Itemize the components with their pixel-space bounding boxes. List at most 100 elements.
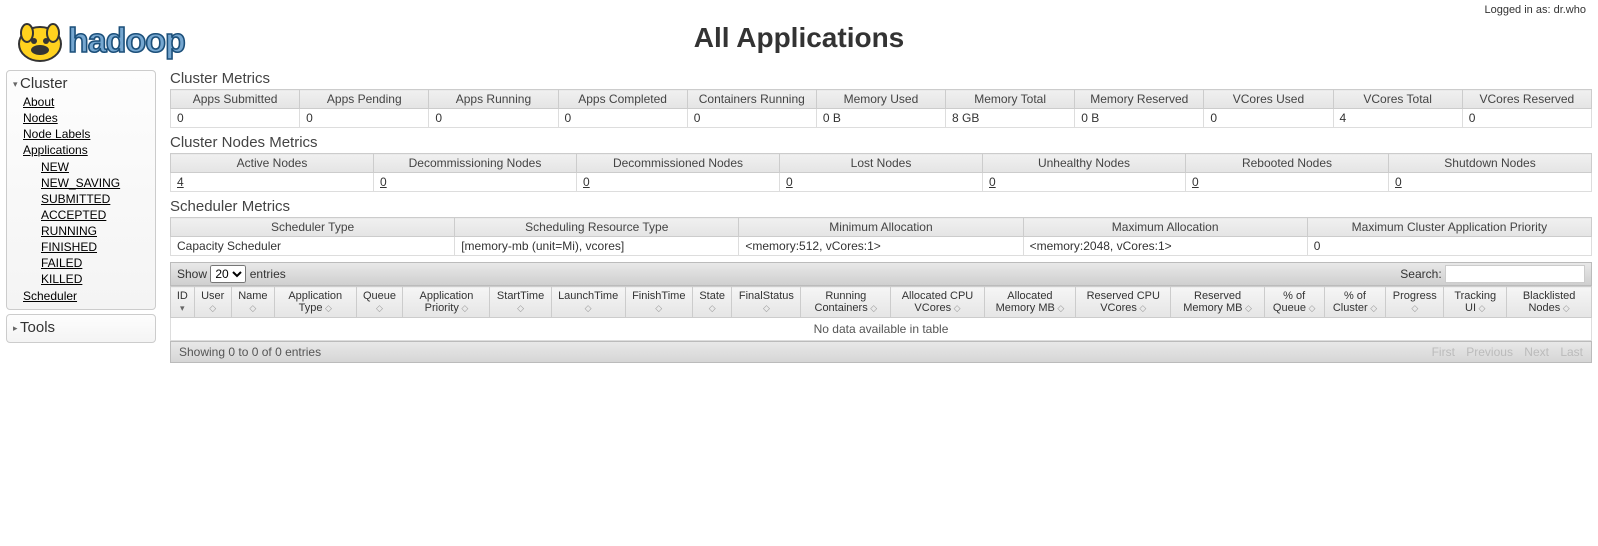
apps-col-5[interactable]: Application Priority: [403, 287, 490, 318]
nm-header-2: Decommissioned Nodes: [577, 154, 780, 173]
nm-value-1[interactable]: 0: [374, 173, 577, 192]
cluster-metrics-table: Apps SubmittedApps PendingApps RunningAp…: [170, 89, 1592, 128]
cluster-nodes-metrics-table: Active NodesDecommissioning NodesDecommi…: [170, 153, 1592, 192]
nm-value-3[interactable]: 0: [780, 173, 983, 192]
sm-header-3: Maximum Allocation: [1023, 218, 1307, 237]
nm-value-0[interactable]: 4: [171, 173, 374, 192]
pager-prev[interactable]: Previous: [1466, 345, 1513, 359]
nm-header-4: Unhealthy Nodes: [983, 154, 1186, 173]
apps-col-1[interactable]: User: [194, 287, 231, 318]
cm-header-1: Apps Pending: [300, 90, 429, 109]
pager-last[interactable]: Last: [1560, 345, 1583, 359]
apps-col-9[interactable]: State: [692, 287, 732, 318]
apps-col-3[interactable]: Application Type: [274, 287, 356, 318]
apps-col-17[interactable]: % of Cluster: [1324, 287, 1386, 318]
svg-text:hadoop: hadoop: [68, 22, 185, 60]
sidebar-appstate-running[interactable]: RUNNING: [41, 224, 97, 238]
cm-value-9: 4: [1333, 109, 1462, 128]
apps-col-13[interactable]: Allocated Memory MB: [984, 287, 1075, 318]
cm-value-7: 0 B: [1075, 109, 1204, 128]
sidebar-item-node-labels[interactable]: Node Labels: [23, 127, 90, 141]
sidebar-appstate-submitted[interactable]: SUBMITTED: [41, 192, 110, 206]
login-status: Logged in as: dr.who: [1484, 4, 1586, 16]
sidebar-tools[interactable]: Tools: [6, 314, 156, 343]
sm-value-4: 0: [1307, 237, 1591, 256]
entries-label-post: entries: [250, 267, 286, 281]
nm-header-6: Shutdown Nodes: [1389, 154, 1592, 173]
apps-col-11[interactable]: Running Containers: [801, 287, 891, 318]
nm-header-1: Decommissioning Nodes: [374, 154, 577, 173]
cm-value-3: 0: [558, 109, 687, 128]
cm-header-5: Memory Used: [816, 90, 945, 109]
search-input[interactable]: [1445, 265, 1585, 283]
cm-header-4: Containers Running: [687, 90, 816, 109]
sidebar-appstate-finished[interactable]: FINISHED: [41, 240, 97, 254]
nm-value-5[interactable]: 0: [1186, 173, 1389, 192]
nm-value-4[interactable]: 0: [983, 173, 1186, 192]
cm-header-10: VCores Reserved: [1462, 90, 1591, 109]
sidebar-item-nodes[interactable]: Nodes: [23, 111, 58, 125]
apps-col-20[interactable]: Blacklisted Nodes: [1507, 287, 1592, 318]
apps-col-15[interactable]: Reserved Memory MB: [1171, 287, 1264, 318]
table-info: Showing 0 to 0 of 0 entries: [179, 345, 321, 359]
search-label: Search:: [1400, 267, 1441, 281]
applications-empty: No data available in table: [170, 318, 1592, 341]
sidebar-appstate-new-saving[interactable]: NEW_SAVING: [41, 176, 120, 190]
sm-value-2: <memory:512, vCores:1>: [739, 237, 1023, 256]
applications-table: IDUserNameApplication TypeQueueApplicati…: [170, 286, 1592, 318]
cm-header-0: Apps Submitted: [171, 90, 300, 109]
apps-col-18[interactable]: Progress: [1386, 287, 1444, 318]
apps-col-7[interactable]: LaunchTime: [551, 287, 625, 318]
sm-value-3: <memory:2048, vCores:1>: [1023, 237, 1307, 256]
cluster-nodes-metrics-title: Cluster Nodes Metrics: [170, 134, 1592, 151]
scheduler-metrics-title: Scheduler Metrics: [170, 198, 1592, 215]
cm-value-0: 0: [171, 109, 300, 128]
apps-col-12[interactable]: Allocated CPU VCores: [891, 287, 984, 318]
sidebar-cluster[interactable]: Cluster About Nodes Node Labels Applicat…: [6, 70, 156, 310]
apps-col-2[interactable]: Name: [231, 287, 274, 318]
sm-header-0: Scheduler Type: [171, 218, 455, 237]
cm-header-9: VCores Total: [1333, 90, 1462, 109]
cm-value-8: 0: [1204, 109, 1333, 128]
apps-col-19[interactable]: Tracking UI: [1444, 287, 1507, 318]
apps-col-16[interactable]: % of Queue: [1264, 287, 1324, 318]
hadoop-logo: hadoop: [10, 8, 250, 71]
nm-header-5: Rebooted Nodes: [1186, 154, 1389, 173]
cm-value-5: 0 B: [816, 109, 945, 128]
cm-header-6: Memory Total: [946, 90, 1075, 109]
sidebar-cluster-title[interactable]: Cluster: [13, 75, 149, 92]
sm-value-0: Capacity Scheduler: [171, 237, 455, 256]
cm-value-6: 8 GB: [946, 109, 1075, 128]
cm-header-7: Memory Reserved: [1075, 90, 1204, 109]
apps-col-10[interactable]: FinalStatus: [732, 287, 801, 318]
cm-value-4: 0: [687, 109, 816, 128]
apps-col-6[interactable]: StartTime: [490, 287, 551, 318]
entries-select[interactable]: 20: [210, 265, 246, 283]
nm-header-0: Active Nodes: [171, 154, 374, 173]
cm-header-3: Apps Completed: [558, 90, 687, 109]
apps-col-8[interactable]: FinishTime: [625, 287, 692, 318]
scheduler-metrics-table: Scheduler TypeScheduling Resource TypeMi…: [170, 217, 1592, 256]
sm-header-1: Scheduling Resource Type: [455, 218, 739, 237]
sidebar-appstate-failed[interactable]: FAILED: [41, 256, 82, 270]
cm-value-10: 0: [1462, 109, 1591, 128]
sm-value-1: [memory-mb (unit=Mi), vcores]: [455, 237, 739, 256]
apps-col-14[interactable]: Reserved CPU VCores: [1076, 287, 1171, 318]
sidebar-tools-title[interactable]: Tools: [13, 319, 149, 336]
sidebar-item-about[interactable]: About: [23, 95, 54, 109]
apps-col-0[interactable]: ID: [171, 287, 195, 318]
sidebar-appstate-killed[interactable]: KILLED: [41, 272, 82, 286]
sidebar-appstate-accepted[interactable]: ACCEPTED: [41, 208, 106, 222]
nm-header-3: Lost Nodes: [780, 154, 983, 173]
nm-value-6[interactable]: 0: [1389, 173, 1592, 192]
pager-first[interactable]: First: [1432, 345, 1455, 359]
entries-label-pre: Show: [177, 267, 207, 281]
sidebar-item-applications[interactable]: Applications: [23, 143, 88, 157]
cm-header-2: Apps Running: [429, 90, 558, 109]
sm-header-4: Maximum Cluster Application Priority: [1307, 218, 1591, 237]
nm-value-2[interactable]: 0: [577, 173, 780, 192]
apps-col-4[interactable]: Queue: [356, 287, 403, 318]
pager-next[interactable]: Next: [1524, 345, 1549, 359]
sidebar-appstate-new[interactable]: NEW: [41, 160, 69, 174]
sidebar-item-scheduler[interactable]: Scheduler: [23, 289, 77, 303]
